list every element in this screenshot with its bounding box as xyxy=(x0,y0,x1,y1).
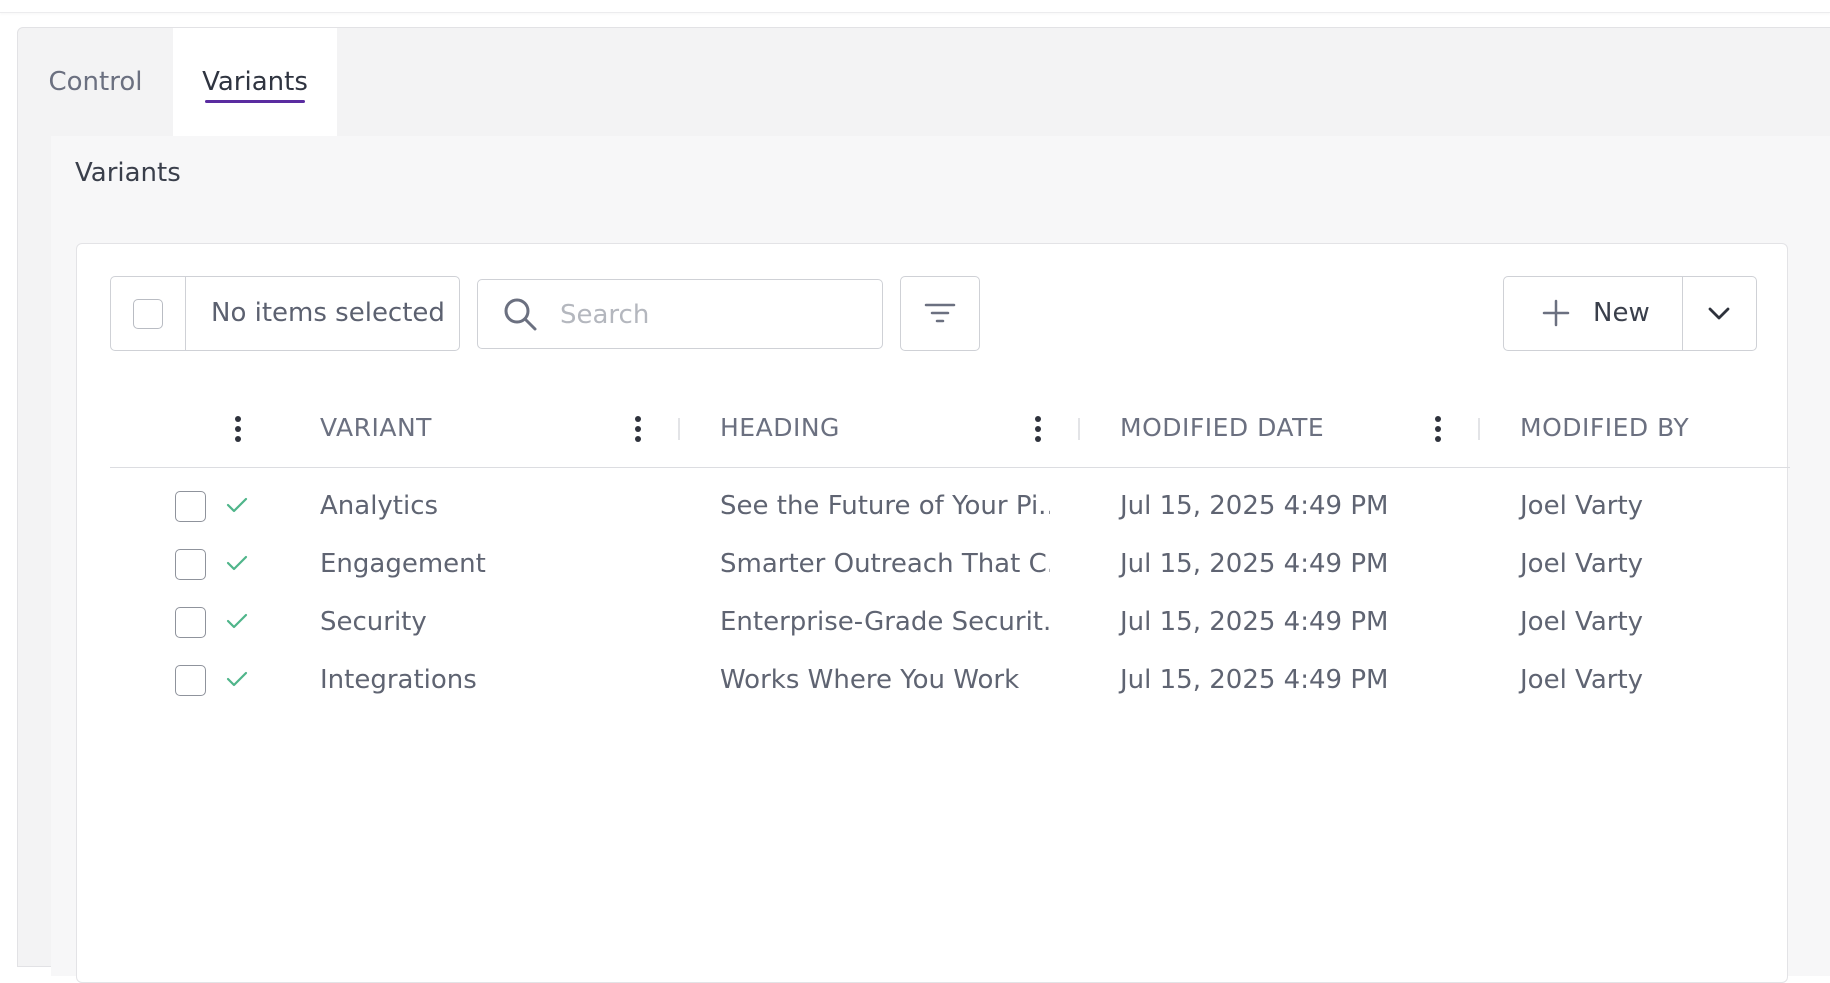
kebab-menu-icon[interactable] xyxy=(1434,416,1442,442)
modified-date: Jul 15, 2025 4:49 PM xyxy=(1120,491,1389,521)
filter-icon xyxy=(924,303,956,323)
select-all-checkbox[interactable] xyxy=(133,299,163,329)
variant-name[interactable]: Security xyxy=(320,593,427,651)
row-checkbox[interactable] xyxy=(175,607,206,638)
column-header-modified-by[interactable]: MODIFIED BY xyxy=(1520,389,1689,467)
new-options-dropdown[interactable] xyxy=(1682,277,1756,350)
search-input[interactable] xyxy=(558,286,862,344)
checkmark-icon xyxy=(226,555,248,571)
table-header: VARIANT HEADING MODIFIED DATE MODIFIED B… xyxy=(110,389,1790,468)
bulk-select-control: No items selected xyxy=(110,276,460,351)
kebab-menu-icon[interactable] xyxy=(1034,416,1042,442)
tab-variants[interactable]: Variants xyxy=(173,28,337,136)
section-title: Variants xyxy=(75,158,181,188)
column-header-variant[interactable]: VARIANT xyxy=(320,389,432,467)
list-toolbar: No items selected Search New xyxy=(77,244,1787,354)
column-header-heading[interactable]: HEADING xyxy=(720,389,840,467)
new-button-group: New xyxy=(1503,276,1757,351)
kebab-menu-icon[interactable] xyxy=(634,416,642,442)
modified-by: Joel Varty xyxy=(1520,491,1644,521)
variant-name[interactable]: Integrations xyxy=(320,651,477,709)
table-row[interactable]: Analytics See the Future of Your Pi... J… xyxy=(110,477,1790,535)
tab-control[interactable]: Control xyxy=(18,28,173,136)
row-checkbox[interactable] xyxy=(175,491,206,522)
tab-bar: Control Variants xyxy=(18,28,1830,136)
search-field[interactable] xyxy=(477,279,883,349)
modified-by: Joel Varty xyxy=(1520,665,1644,695)
chevron-down-icon xyxy=(1708,307,1730,320)
variants-section: Variants No items selected Search New VA… xyxy=(51,136,1830,983)
modified-by: Joel Varty xyxy=(1520,549,1644,579)
row-checkbox[interactable] xyxy=(175,549,206,580)
plus-icon xyxy=(1542,299,1570,327)
top-header-strip xyxy=(0,0,1830,13)
tab-control-label: Control xyxy=(48,67,143,97)
modified-date: Jul 15, 2025 4:49 PM xyxy=(1120,665,1389,695)
new-button-label: New xyxy=(1593,298,1650,328)
filter-button[interactable] xyxy=(900,276,980,351)
kebab-menu-icon[interactable] xyxy=(234,416,242,442)
tab-variants-label: Variants xyxy=(202,67,308,97)
table-row[interactable]: Security Enterprise-Grade Securit... Jul… xyxy=(110,593,1790,651)
table-row[interactable]: Engagement Smarter Outreach That C... Ju… xyxy=(110,535,1790,593)
modified-by: Joel Varty xyxy=(1520,607,1644,637)
variant-heading: Enterprise-Grade Securit... xyxy=(720,607,1050,637)
checkmark-icon xyxy=(226,497,248,513)
content-panel: Control Variants Variants No items selec… xyxy=(17,27,1830,983)
variant-name[interactable]: Analytics xyxy=(320,477,438,535)
variants-list-card: No items selected Search New VARIANT HEA… xyxy=(76,243,1790,983)
column-resize-handle[interactable] xyxy=(678,418,680,440)
new-button[interactable]: New xyxy=(1504,277,1683,350)
search-icon xyxy=(504,298,537,331)
column-resize-handle[interactable] xyxy=(1078,418,1080,440)
modified-date: Jul 15, 2025 4:49 PM xyxy=(1120,549,1389,579)
column-header-modified-date[interactable]: MODIFIED DATE xyxy=(1120,389,1324,467)
variant-heading: See the Future of Your Pi... xyxy=(720,491,1050,521)
active-tab-indicator xyxy=(205,100,305,103)
modified-date: Jul 15, 2025 4:49 PM xyxy=(1120,607,1389,637)
column-resize-handle[interactable] xyxy=(1478,418,1480,440)
variant-heading: Works Where You Work xyxy=(720,665,1020,695)
variant-name[interactable]: Engagement xyxy=(320,535,486,593)
selection-status: No items selected xyxy=(211,298,445,328)
row-checkbox[interactable] xyxy=(175,665,206,696)
checkmark-icon xyxy=(226,671,248,687)
checkmark-icon xyxy=(226,613,248,629)
select-all-area[interactable] xyxy=(111,277,186,350)
table-row[interactable]: Integrations Works Where You Work Jul 15… xyxy=(110,651,1790,709)
variant-heading: Smarter Outreach That C... xyxy=(720,549,1050,579)
